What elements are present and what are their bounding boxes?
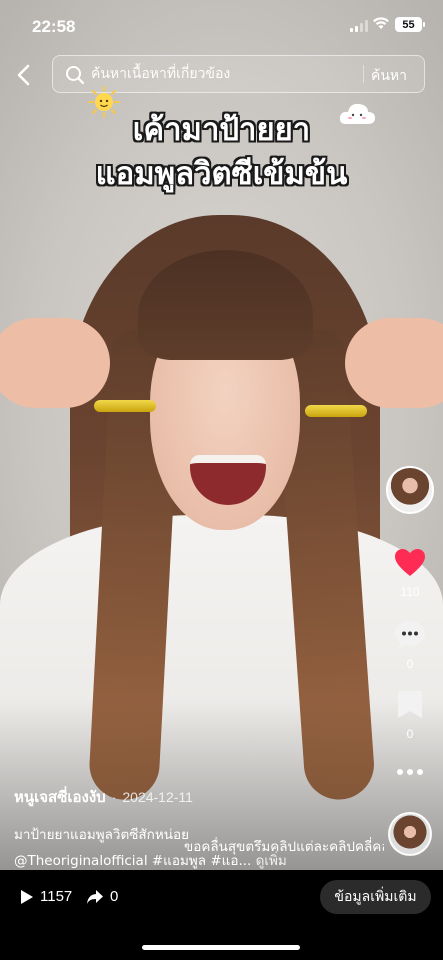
view-count: 1157: [20, 888, 72, 905]
more-options-button[interactable]: [383, 764, 437, 782]
share-arrow-icon: [87, 889, 103, 904]
author-name[interactable]: หนูเจสซี่เองงับ: [14, 785, 106, 809]
video-overlay-title: เค้ามาป้ายยา แอมพูลวิตซีเข้มข้น: [40, 108, 403, 196]
ellipsis-icon: [397, 769, 423, 775]
overlay-title-line-2: แอมพูลวิตซีเข้มข้น: [95, 156, 348, 192]
share-count-value: 0: [110, 888, 119, 905]
cellular-signal-icon: [350, 20, 368, 32]
comment-icon: [395, 621, 425, 649]
share-count[interactable]: 0: [86, 888, 118, 905]
sound-marquee[interactable]: ขอคลื่นสุขตรึมคลิปแต่ละคลิปคลี่คลาย: [184, 835, 384, 857]
home-indicator[interactable]: [142, 945, 300, 950]
search-submit-button[interactable]: ค้นหา: [371, 65, 407, 87]
ampoule-right: [305, 405, 367, 417]
view-count-value: 1157: [40, 888, 73, 905]
ampoule-left: [94, 400, 156, 412]
overlay-title-line-1: เค้ามาป้ายยา: [132, 112, 311, 148]
search-icon: [66, 66, 85, 85]
video-subject-right-hand: [345, 318, 443, 408]
status-bar: 22:58 55: [0, 0, 443, 50]
like-count: 110: [400, 585, 420, 599]
save-button[interactable]: 0: [383, 690, 437, 741]
like-button[interactable]: 110: [383, 548, 437, 599]
creator-avatar[interactable]: [386, 466, 434, 514]
comment-count: 0: [406, 657, 414, 671]
bottom-bar: 1157 0 ข้อมูลเพิ่มเติม: [0, 870, 443, 960]
separator-dot: ·: [111, 789, 117, 805]
status-time: 22:58: [32, 17, 76, 36]
bookmark-icon: [398, 691, 422, 718]
video-caption: หนูเจสซี่เองงับ · 2024-12-11 มาป้ายยาแอม…: [14, 785, 374, 871]
author-row: หนูเจสซี่เองงับ · 2024-12-11: [14, 785, 374, 809]
save-count: 0: [406, 727, 414, 741]
comment-button[interactable]: 0: [383, 620, 437, 671]
play-icon: [21, 889, 33, 904]
battery-indicator: 55: [395, 17, 425, 32]
more-info-button[interactable]: ข้อมูลเพิ่มเติม: [320, 880, 431, 914]
back-chevron-left-icon[interactable]: [14, 62, 34, 88]
search-divider: [363, 65, 364, 83]
video-subject-left-hand: [0, 318, 110, 408]
wifi-icon: [373, 17, 389, 29]
sound-disc[interactable]: [388, 812, 432, 856]
heart-icon: [395, 549, 425, 576]
post-date: 2024-12-11: [122, 789, 193, 805]
search-input[interactable]: [91, 56, 361, 91]
